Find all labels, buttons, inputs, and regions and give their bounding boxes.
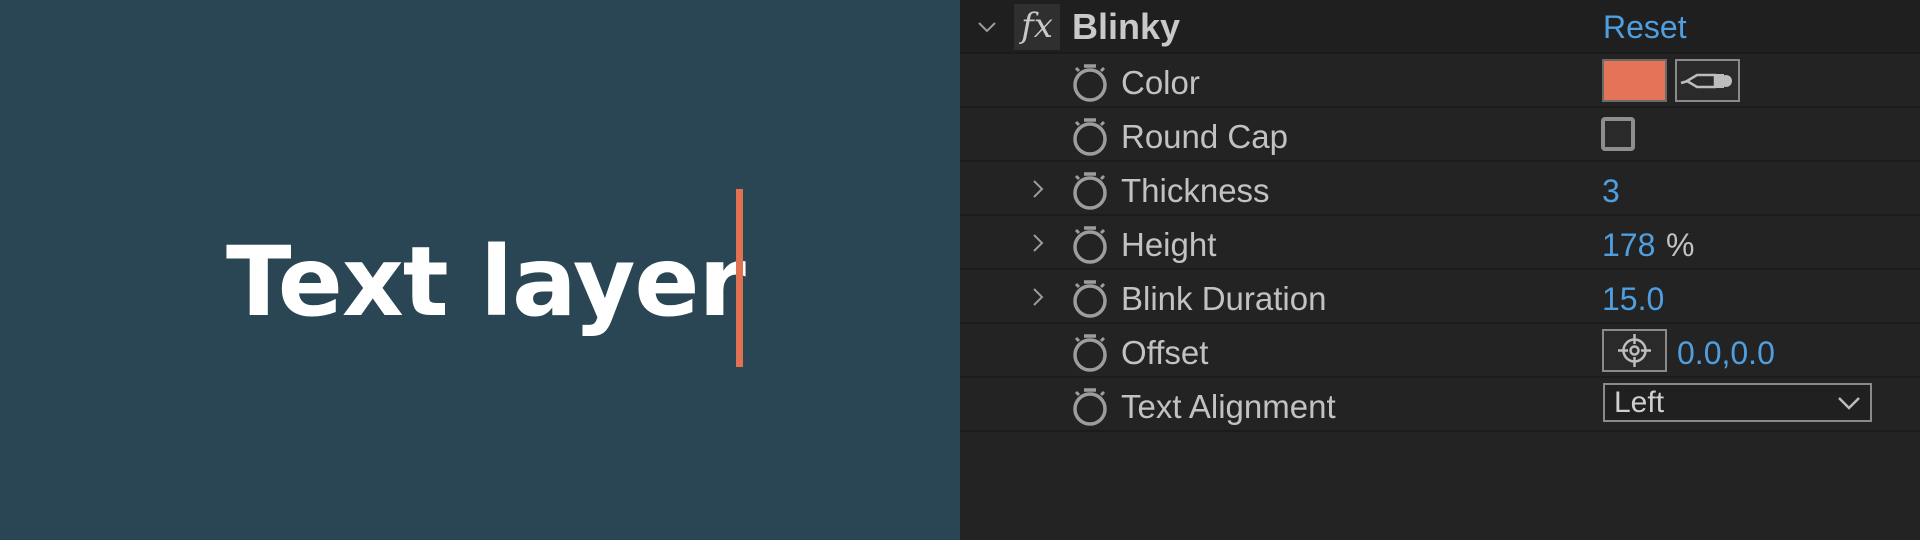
chevron-right-icon[interactable]	[1026, 177, 1050, 201]
fx-toggle-button[interactable]: fx	[1014, 4, 1060, 50]
height-value[interactable]: 178	[1602, 225, 1655, 265]
property-row-round-cap: Round Cap	[960, 108, 1920, 162]
color-swatch[interactable]	[1602, 59, 1667, 102]
stopwatch-icon[interactable]	[1070, 333, 1110, 373]
property-label: Round Cap	[1121, 118, 1288, 155]
height-unit: %	[1666, 227, 1695, 263]
stopwatch-icon[interactable]	[1070, 171, 1110, 211]
chevron-right-icon[interactable]	[1026, 285, 1050, 309]
stopwatch-icon[interactable]	[1070, 225, 1110, 265]
eyedropper-button[interactable]	[1675, 59, 1740, 102]
chevron-down-icon	[1838, 397, 1860, 410]
thickness-value[interactable]: 3	[1602, 171, 1620, 211]
text-alignment-dropdown[interactable]: Left	[1603, 383, 1872, 422]
property-label: Color	[1121, 64, 1200, 101]
property-row-blink-duration: Blink Duration 15.0	[960, 270, 1920, 324]
point-picker-button[interactable]	[1602, 329, 1667, 372]
stopwatch-icon[interactable]	[1070, 117, 1110, 157]
property-row-height: Height 178 %	[960, 216, 1920, 270]
blinking-cursor	[736, 189, 743, 367]
fx-label: fx	[1021, 6, 1053, 46]
reset-button[interactable]: Reset	[1603, 6, 1687, 48]
stopwatch-icon[interactable]	[1070, 279, 1110, 319]
property-label: Blink Duration	[1121, 280, 1327, 317]
chevron-down-icon[interactable]	[975, 15, 999, 39]
property-label: Offset	[1121, 334, 1209, 371]
composition-preview: Text layer	[0, 0, 960, 540]
stopwatch-icon[interactable]	[1070, 63, 1110, 103]
eyedropper-icon	[1680, 73, 1732, 89]
effect-name: Blinky	[1072, 6, 1181, 47]
round-cap-checkbox[interactable]	[1601, 117, 1635, 151]
offset-value[interactable]: 0.0,0.0	[1677, 333, 1775, 373]
effect-controls-panel: fx Blinky Reset Color Round Cap Thicknes…	[960, 0, 1920, 540]
property-row-thickness: Thickness 3	[960, 162, 1920, 216]
property-label: Thickness	[1121, 172, 1270, 209]
property-row-color: Color	[960, 54, 1920, 108]
stopwatch-icon[interactable]	[1070, 387, 1110, 427]
property-label: Text Alignment	[1121, 388, 1336, 425]
property-row-offset: Offset 0.0,0.0	[960, 324, 1920, 378]
property-label: Height	[1121, 226, 1217, 263]
property-row-text-alignment: Text Alignment Left	[960, 378, 1920, 432]
effect-header: fx Blinky Reset	[960, 0, 1920, 54]
preview-text-layer: Text layer	[226, 226, 746, 338]
crosshair-icon	[1618, 334, 1651, 367]
blink-duration-value[interactable]: 15.0	[1602, 279, 1664, 319]
chevron-right-icon[interactable]	[1026, 231, 1050, 255]
dropdown-selected-value: Left	[1614, 386, 1665, 419]
